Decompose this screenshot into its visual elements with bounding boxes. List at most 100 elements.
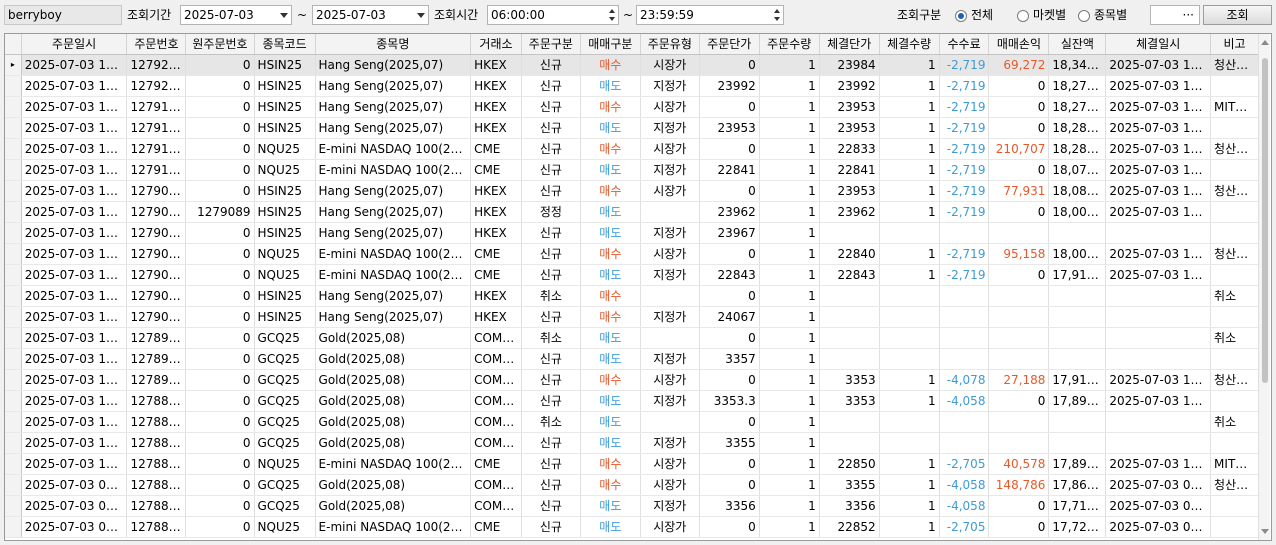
table-row[interactable]: 2025-07-03 10:… 1278913 0 GCQ25 Gold(2025,08… (5, 369, 1259, 391)
row-indicator[interactable] (5, 264, 22, 286)
column-header[interactable]: 종목명 (315, 34, 472, 55)
table-cell: 0 (185, 75, 255, 97)
spin-up-icon[interactable] (774, 9, 780, 13)
table-row[interactable]: 2025-07-03 11:… 1279092 0 HSIN25 Hang Seng(2… (5, 180, 1259, 202)
user-id-field[interactable]: berryboy (4, 5, 122, 25)
table-cell: 1 (879, 201, 940, 223)
table-row[interactable]: 2025-07-03 11:… 1279089 0 HSIN25 Hang Seng(2… (5, 222, 1259, 244)
column-header[interactable]: 원주문번호 (185, 34, 255, 55)
table-row[interactable]: 2025-07-03 11:… 1279101 0 NQU25 E-mini NASDA… (5, 159, 1259, 181)
radio-market[interactable] (1017, 10, 1029, 22)
column-header[interactable]: 매매구분 (580, 34, 641, 55)
scroll-up-icon[interactable] (1261, 40, 1269, 45)
row-indicator[interactable] (5, 327, 22, 349)
column-header[interactable]: 체결수량 (879, 34, 940, 55)
column-header[interactable]: 거래소 (470, 34, 522, 55)
table-row[interactable]: 2025-07-03 11:… 1279113 0 NQU25 E-mini NASDA… (5, 138, 1259, 160)
scroll-thumb[interactable] (1262, 58, 1268, 383)
radio-all-label[interactable]: 전체 (971, 5, 993, 25)
table-row[interactable]: 2025-07-03 10:… 1279045 0 HSIN25 Hang Seng(2… (5, 285, 1259, 307)
row-indicator[interactable] (5, 222, 22, 244)
column-header[interactable]: 주문유형 (640, 34, 700, 55)
table-row[interactable]: 2025-07-03 10:… 1278964 0 GCQ25 Gold(2025,08… (5, 327, 1259, 349)
column-header[interactable]: 수수료 (939, 34, 990, 55)
row-indicator[interactable] (5, 348, 22, 370)
row-indicator[interactable] (5, 453, 22, 475)
table-cell: 2025-07-03 11:… (1105, 180, 1212, 202)
table-row[interactable]: 2025-07-03 10:… 1278809 0 NQU25 E-mini NASDA… (5, 453, 1259, 475)
date-from-picker[interactable]: 2025-07-03 (180, 5, 292, 25)
time-to-spinner[interactable]: 23:59:59 (636, 5, 784, 25)
row-indicator[interactable] (5, 306, 22, 328)
radio-all[interactable] (955, 10, 967, 22)
column-header[interactable]: 주문구분 (521, 34, 581, 55)
column-header[interactable]: 주문일시 (21, 34, 128, 55)
table-row[interactable]: 2025-07-03 11:… 1279187 0 HSIN25 Hang Seng(2… (5, 117, 1259, 139)
table-row[interactable]: 2025-07-03 09:… 1278801 0 NQU25 E-mini NASDA… (5, 516, 1259, 538)
column-header[interactable]: 실잔액 (1048, 34, 1107, 55)
table-row[interactable]: 2025-07-03 11:… 1279071 0 NQU25 E-mini NASDA… (5, 264, 1259, 286)
table-cell: -2,719 (939, 96, 990, 118)
table-row[interactable]: 2025-07-03 10:… 1278872 0 GCQ25 Gold(2025,08… (5, 390, 1259, 412)
scroll-down-icon[interactable] (1261, 529, 1269, 534)
chevron-down-icon[interactable] (417, 13, 425, 18)
table-row[interactable]: 2025-07-03 11:… 1279197 0 HSIN25 Hang Seng(2… (5, 96, 1259, 118)
spin-down-icon[interactable] (609, 17, 615, 21)
table-cell: 신규 (521, 306, 581, 328)
row-indicator[interactable] (5, 285, 22, 307)
column-header[interactable]: 체결일시 (1105, 34, 1212, 55)
date-to-picker[interactable]: 2025-07-03 (312, 5, 429, 25)
row-indicator[interactable] (5, 495, 22, 517)
row-indicator[interactable] (5, 390, 22, 412)
column-header[interactable]: 체결단가 (819, 34, 880, 55)
row-indicator[interactable]: ▸ (5, 54, 22, 76)
row-indicator[interactable] (5, 180, 22, 202)
row-indicator[interactable] (5, 75, 22, 97)
table-cell: 매수 (580, 138, 641, 160)
table-cell: 청산주문 (1210, 138, 1259, 160)
row-indicator[interactable] (5, 201, 22, 223)
spin-up-icon[interactable] (609, 9, 615, 13)
table-cell: 신규 (521, 159, 581, 181)
table-cell: HSIN25 (254, 306, 316, 328)
query-type-label: 조회구분 (897, 8, 942, 22)
search-button[interactable]: 조회 (1203, 5, 1272, 25)
vertical-scrollbar[interactable] (1258, 34, 1270, 540)
chevron-down-icon[interactable] (280, 13, 288, 18)
row-indicator[interactable] (5, 474, 22, 496)
item-search-input[interactable]: ··· (1150, 5, 1200, 25)
table-row[interactable]: 2025-07-03 10:… 1278812 0 GCQ25 Gold(2025,08… (5, 432, 1259, 454)
table-row[interactable]: 2025-07-03 11:… 1279090 1279089 HSIN25 Hang … (5, 201, 1259, 223)
column-header[interactable]: 매매손익 (988, 34, 1050, 55)
row-indicator[interactable] (5, 432, 22, 454)
row-indicator[interactable] (5, 243, 22, 265)
table-row[interactable]: 2025-07-03 10:… 1279045 0 HSIN25 Hang Seng(2… (5, 306, 1259, 328)
time-from-spinner[interactable]: 06:00:00 (487, 5, 619, 25)
table-row[interactable]: 2025-07-03 09:… 1278808 0 GCQ25 Gold(2025,08… (5, 474, 1259, 496)
column-header[interactable]: 종목코드 (254, 34, 316, 55)
radio-item[interactable] (1078, 10, 1090, 22)
row-indicator[interactable] (5, 516, 22, 538)
table-row[interactable]: 2025-07-03 12:… 1279249 0 HSIN25 Hang Seng(2… (5, 75, 1259, 97)
row-indicator[interactable] (5, 96, 22, 118)
column-header[interactable]: 비고 (1210, 34, 1259, 55)
spin-down-icon[interactable] (774, 17, 780, 21)
row-indicator[interactable] (5, 369, 22, 391)
column-header[interactable]: 주문수량 (759, 34, 820, 55)
column-header[interactable]: 주문단가 (699, 34, 760, 55)
table-cell: 매도 (580, 159, 641, 181)
row-indicator[interactable] (5, 411, 22, 433)
table-row[interactable]: 2025-07-03 11:… 1279079 0 NQU25 E-mini NASDA… (5, 243, 1259, 265)
table-cell: 1 (759, 264, 820, 286)
radio-market-label[interactable]: 마켓별 (1033, 5, 1066, 25)
table-row[interactable]: ▸ 2025-07-03 12:… 1279258 0 HSIN25 Hang Seng(… (5, 54, 1259, 76)
table-cell: 2025-07-03 10:… (1105, 453, 1212, 475)
column-header[interactable]: 주문번호 (126, 34, 187, 55)
table-row[interactable]: 2025-07-03 10:… 1278964 0 GCQ25 Gold(2025,08… (5, 348, 1259, 370)
row-indicator[interactable] (5, 138, 22, 160)
row-indicator[interactable] (5, 159, 22, 181)
table-row[interactable]: 2025-07-03 10:… 1278812 0 GCQ25 Gold(2025,08… (5, 411, 1259, 433)
radio-item-label[interactable]: 종목별 (1094, 5, 1127, 25)
row-indicator[interactable] (5, 117, 22, 139)
table-row[interactable]: 2025-07-03 09:… 1278806 0 GCQ25 Gold(2025,08… (5, 495, 1259, 517)
